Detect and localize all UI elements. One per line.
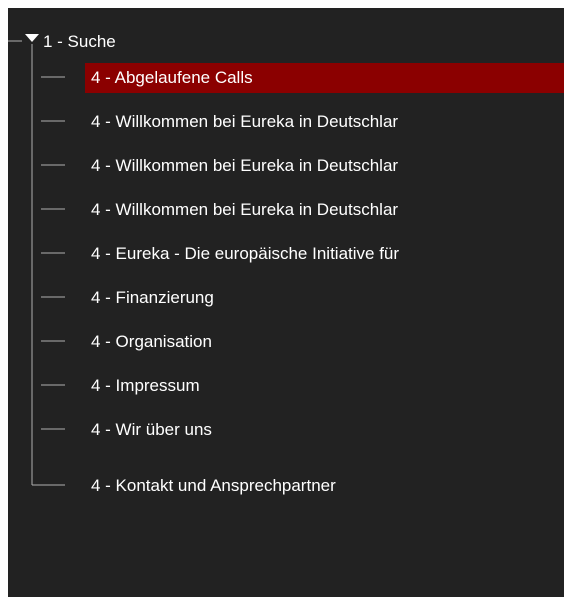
tree-connector-lines (8, 40, 65, 486)
tree-item[interactable]: 4 - Impressum (85, 371, 564, 401)
tree-item[interactable]: 4 - Wir über uns (85, 415, 564, 445)
tree-item[interactable]: 4 - Willkommen bei Eureka in Deutschlar (85, 195, 564, 225)
tree-panel: 1 - Suche 4 - Abgelaufene Calls 4 - Will… (8, 8, 564, 597)
expand-toggle-icon[interactable] (25, 34, 39, 42)
tree-item[interactable]: 4 - Eureka - Die europäische Initiative … (85, 239, 564, 269)
tree-root-label[interactable]: 1 - Suche (43, 30, 116, 54)
tree-item[interactable]: 4 - Kontakt und Ansprechpartner (85, 471, 564, 501)
tree-item[interactable]: 4 - Willkommen bei Eureka in Deutschlar (85, 107, 564, 137)
tree-item[interactable]: 4 - Organisation (85, 327, 564, 357)
tree-item[interactable]: 4 - Abgelaufene Calls (85, 63, 564, 93)
tree-item[interactable]: 4 - Willkommen bei Eureka in Deutschlar (85, 151, 564, 181)
tree-item[interactable]: 4 - Finanzierung (85, 283, 564, 313)
